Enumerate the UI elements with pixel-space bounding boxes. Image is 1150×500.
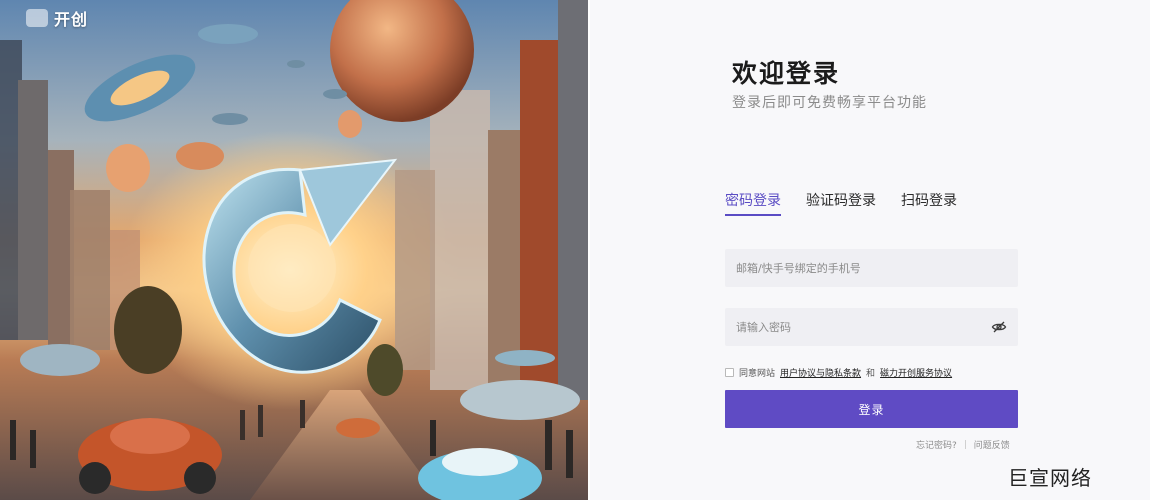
tab-code-login[interactable]: 验证码登录 <box>806 190 876 216</box>
login-button[interactable]: 登录 <box>725 390 1018 428</box>
hero-art <box>0 0 588 500</box>
helper-links: 忘记密码? 问题反馈 <box>916 438 1010 451</box>
agreement-checkbox[interactable] <box>725 368 734 377</box>
tab-password-login[interactable]: 密码登录 <box>725 190 781 216</box>
helper-separator <box>964 440 966 449</box>
logo-mark-icon <box>26 9 48 27</box>
logo-text: 开创 <box>54 10 89 29</box>
password-field-wrapper <box>725 308 1018 346</box>
tab-qrcode-login[interactable]: 扫码登录 <box>901 190 957 216</box>
service-agreement-link[interactable]: 磁力开创服务协议 <box>880 366 952 379</box>
login-subtitle: 登录后即可免费畅享平台功能 <box>732 95 927 111</box>
agreement-prefix: 同意网站 <box>739 369 776 379</box>
login-tabs: 密码登录 验证码登录 扫码登录 <box>725 190 957 216</box>
email-input[interactable] <box>736 261 1007 275</box>
forgot-password-link[interactable]: 忘记密码? <box>916 438 957 451</box>
user-agreement-link[interactable]: 用户协议与隐私条款 <box>780 366 861 379</box>
watermark-text: 巨宣网络 <box>1008 466 1092 490</box>
agreement-row: 同意网站 用户协议与隐私条款 和 磁力开创服务协议 <box>725 366 952 379</box>
brand-logo[interactable]: 开创 <box>26 6 88 30</box>
hero-illustration: 开创 <box>0 0 588 500</box>
password-input[interactable] <box>736 320 991 334</box>
eye-off-icon[interactable] <box>991 319 1007 335</box>
login-panel: 欢迎登录 登录后即可免费畅享平台功能 密码登录 验证码登录 扫码登录 同意网站 … <box>590 0 1150 500</box>
agreement-conjunction: 和 <box>866 369 876 379</box>
email-field-wrapper <box>725 249 1018 287</box>
login-title: 欢迎登录 <box>732 59 841 88</box>
feedback-link[interactable]: 问题反馈 <box>974 438 1010 451</box>
